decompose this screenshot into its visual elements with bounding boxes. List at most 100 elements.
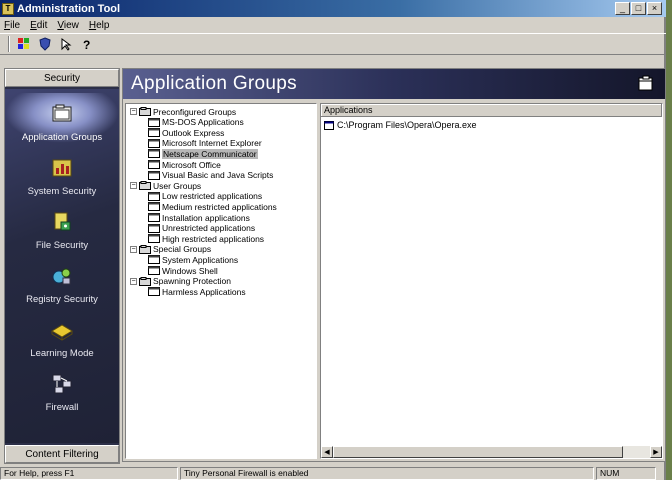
tree-item[interactable]: Microsoft Office: [148, 159, 221, 170]
maximize-button[interactable]: □: [631, 2, 646, 15]
sidebar-item-label: Application Groups: [21, 132, 103, 143]
tree-item[interactable]: Low restricted applications: [148, 191, 262, 202]
tree-item[interactable]: Windows Shell: [148, 265, 218, 276]
collapse-icon[interactable]: −: [130, 182, 137, 190]
close-button[interactable]: ×: [647, 2, 662, 15]
tree-item[interactable]: Outlook Express: [148, 127, 224, 138]
tree-label: Unrestricted applications: [162, 223, 256, 234]
window-title: Administration Tool: [17, 2, 121, 15]
application-window-icon: [148, 149, 160, 159]
scroll-left-icon[interactable]: ◀: [321, 446, 333, 458]
application-window-icon: [148, 234, 160, 244]
sidebar-item-firewall[interactable]: Firewall: [5, 363, 119, 413]
tree-group[interactable]: − Spawning Protection: [130, 276, 231, 287]
title-bar[interactable]: T Administration Tool _ □ ×: [0, 0, 666, 17]
tree-label: Microsoft Internet Explorer: [162, 138, 262, 149]
application-window-icon: [148, 191, 160, 201]
list-item[interactable]: C:\Program Files\Opera\Opera.exe: [324, 120, 477, 130]
main-panel: Application Groups − Preconfigured Groups…: [122, 68, 666, 462]
application-window-icon: [148, 202, 160, 212]
tree-label: Microsoft Office: [162, 159, 221, 170]
tree-group[interactable]: − Preconfigured Groups: [130, 106, 236, 117]
menu-edit[interactable]: Edit: [30, 20, 47, 31]
page-title: Application Groups: [131, 73, 297, 94]
sidebar-header[interactable]: Security: [5, 69, 119, 87]
sidebar-item-registry-security[interactable]: Registry Security: [5, 255, 119, 305]
window-controls: _ □ ×: [615, 2, 662, 15]
windows-icon[interactable]: [15, 35, 33, 53]
scroll-right-icon[interactable]: ▶: [650, 446, 662, 458]
tree-item[interactable]: Netscape Communicator: [148, 148, 258, 159]
sidebar-footer[interactable]: Content Filtering: [5, 445, 119, 463]
cursor-icon[interactable]: [57, 35, 75, 53]
applications-column-header[interactable]: Applications: [321, 104, 662, 117]
collapse-icon[interactable]: −: [130, 277, 137, 285]
tree-label: Harmless Applications: [162, 286, 246, 297]
sidebar-item-label: Learning Mode: [30, 348, 94, 359]
sidebar-item-file-security[interactable]: File Security: [5, 201, 119, 251]
tree-item[interactable]: MS-DOS Applications: [148, 117, 244, 128]
app-icon: T: [2, 2, 14, 15]
horizontal-scrollbar[interactable]: ◀ ▶: [321, 446, 662, 458]
collapse-icon[interactable]: −: [130, 245, 137, 253]
application-window-icon: [148, 170, 160, 180]
group-folder-icon: [139, 244, 151, 254]
toolbar-separator: [8, 36, 10, 52]
tree-label: Preconfigured Groups: [153, 106, 237, 117]
application-path: C:\Program Files\Opera\Opera.exe: [337, 120, 477, 130]
registry-icon: [49, 263, 75, 289]
tree-item[interactable]: System Applications: [148, 254, 238, 265]
tree-label: Spawning Protection: [153, 276, 231, 287]
tree-label: Netscape Communicator: [162, 148, 258, 159]
status-bar: For Help, press F1 Tiny Personal Firewal…: [0, 466, 666, 480]
tree-item[interactable]: Visual Basic and Java Scripts: [148, 170, 273, 181]
tree-item[interactable]: Installation applications: [148, 212, 250, 223]
sidebar-item-learning-mode[interactable]: Learning Mode: [5, 309, 119, 359]
tree-item[interactable]: Unrestricted applications: [148, 223, 255, 234]
tree-item[interactable]: Medium restricted applications: [148, 201, 277, 212]
toolbar: ?: [0, 33, 666, 55]
tree-group[interactable]: − User Groups: [130, 180, 201, 191]
application-window-icon: [148, 160, 160, 169]
menu-file[interactable]: File: [4, 20, 20, 31]
tree-item[interactable]: Microsoft Internet Explorer: [148, 138, 262, 149]
applications-list[interactable]: Applications C:\Program Files\Opera\Oper…: [320, 103, 663, 459]
executable-icon: [324, 120, 334, 130]
network-icon: [49, 371, 75, 397]
group-tree[interactable]: − Preconfigured Groups MS-DOS Applications…: [125, 103, 317, 459]
tree-label: Medium restricted applications: [162, 201, 277, 212]
menu-view[interactable]: View: [57, 20, 79, 31]
application-window-icon: [148, 213, 160, 222]
tree-label: Low restricted applications: [162, 191, 263, 202]
sidebar-item-application-groups[interactable]: Application Groups: [5, 93, 119, 143]
shield-icon[interactable]: [36, 35, 54, 53]
chart-icon: [49, 155, 75, 181]
tree-label: Visual Basic and Java Scripts: [162, 170, 274, 181]
tree-label: MS-DOS Applications: [162, 117, 244, 128]
scroll-thumb[interactable]: [333, 446, 623, 458]
application-window-icon: [148, 223, 160, 233]
page-banner: Application Groups: [123, 69, 665, 99]
minimize-button[interactable]: _: [615, 2, 630, 15]
folder-icon: [49, 101, 75, 127]
sidebar-item-system-security[interactable]: System Security: [5, 147, 119, 197]
menu-help[interactable]: Help: [89, 20, 110, 31]
collapse-icon[interactable]: −: [130, 108, 137, 115]
tree-label: Installation applications: [162, 212, 250, 223]
tree-label: User Groups: [153, 180, 202, 191]
application-window-icon: [148, 255, 160, 265]
tree-item[interactable]: High restricted applications: [148, 233, 264, 244]
tree-item[interactable]: Harmless Applications: [148, 286, 246, 297]
tree-label: Special Groups: [153, 244, 212, 255]
menu-bar: File Edit View Help: [0, 17, 666, 33]
sidebar: Security Application Groups System Secur…: [4, 68, 120, 464]
group-folder-icon: [139, 181, 151, 191]
tree-label: Windows Shell: [162, 265, 218, 276]
help-icon[interactable]: ?: [78, 35, 96, 53]
sidebar-item-label: Firewall: [45, 402, 79, 413]
file-lock-icon: [49, 209, 75, 235]
application-window-icon: [148, 266, 160, 275]
svg-text:?: ?: [83, 38, 90, 51]
tree-group[interactable]: − Special Groups: [130, 244, 211, 255]
status-help-text: For Help, press F1: [0, 466, 178, 480]
